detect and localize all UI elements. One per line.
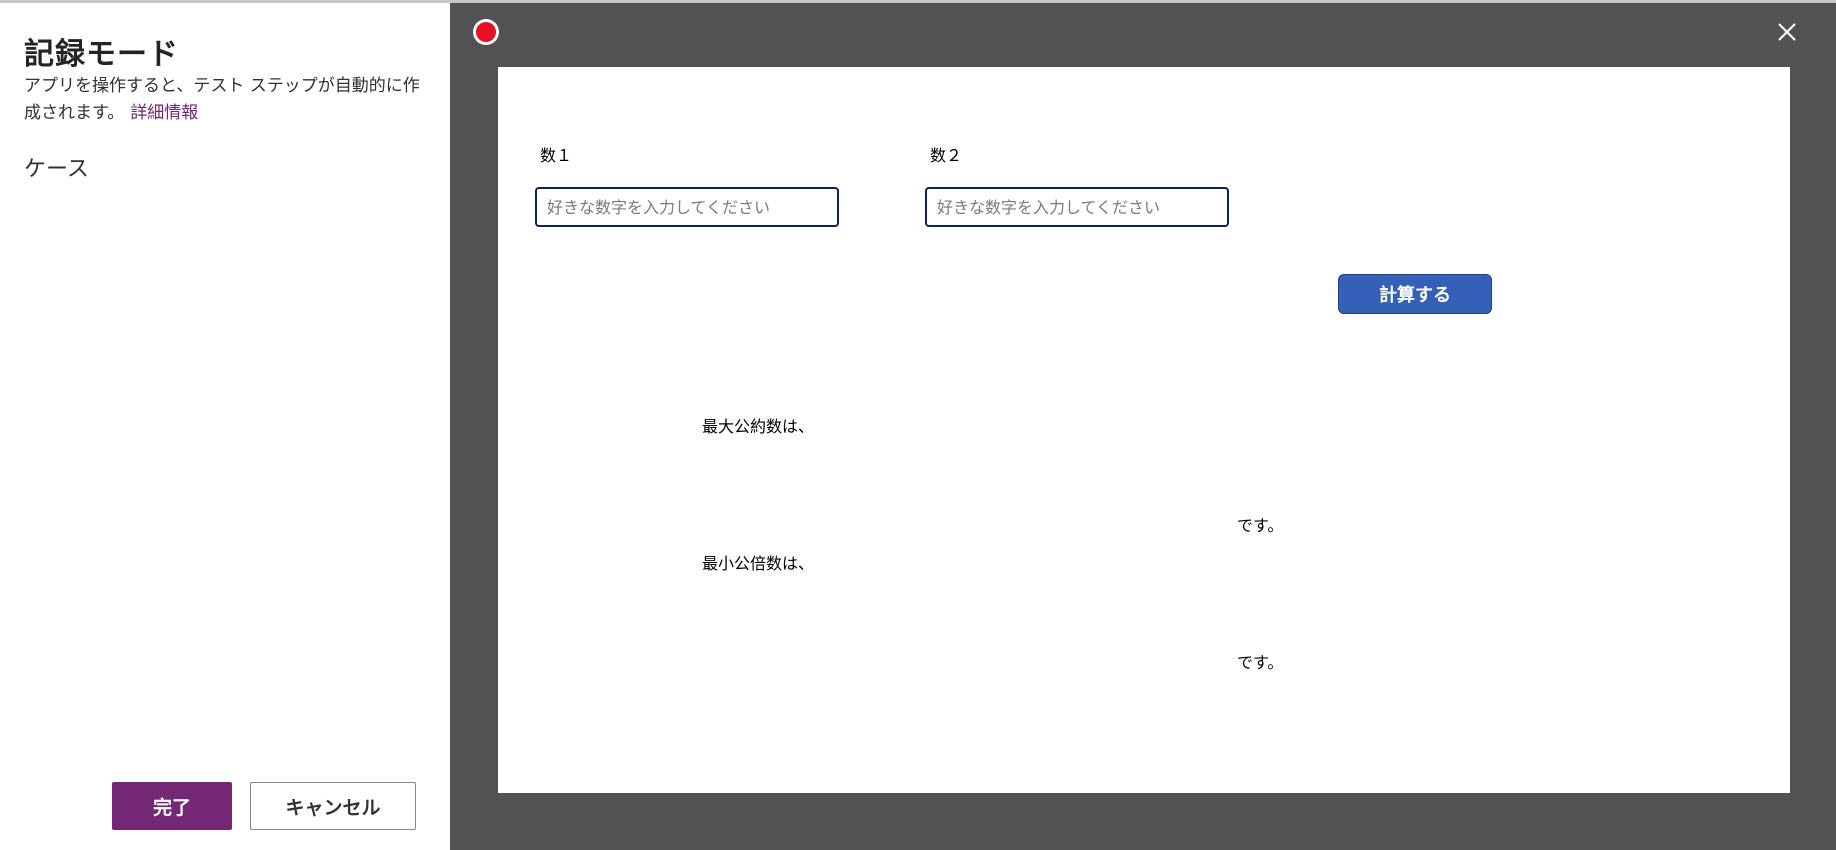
learn-more-link[interactable]: 詳細情報 xyxy=(130,103,198,123)
lcm-suffix: です。 xyxy=(1237,653,1284,672)
done-button[interactable]: 完了 xyxy=(112,782,232,830)
recording-indicator-icon xyxy=(473,19,499,45)
num1-label: 数１ xyxy=(540,146,573,165)
panel-title: 記録モード xyxy=(24,37,179,72)
num2-input[interactable] xyxy=(925,187,1229,227)
close-icon[interactable] xyxy=(1772,17,1802,47)
num1-input[interactable] xyxy=(535,187,839,227)
gcd-label: 最大公約数は、 xyxy=(702,417,815,436)
cancel-button[interactable]: キャンセル xyxy=(250,782,416,830)
description-text: アプリを操作すると、テスト ステップが自動的に作成されます。 xyxy=(24,76,420,123)
lcm-label: 最小公倍数は、 xyxy=(702,554,815,573)
recording-dot xyxy=(476,22,496,42)
case-label: ケース xyxy=(24,157,89,182)
close-icon-svg xyxy=(1778,23,1796,41)
calculate-button[interactable]: 計算する xyxy=(1338,274,1492,314)
recording-area: 数１ 数２ 計算する 最大公約数は、 です。 最小公倍数は、 です。 xyxy=(450,3,1836,850)
app-canvas: 数１ 数２ 計算する 最大公約数は、 です。 最小公倍数は、 です。 xyxy=(498,67,1790,793)
panel-description: アプリを操作すると、テスト ステップが自動的に作成されます。 詳細情報 xyxy=(24,73,434,127)
num2-label: 数２ xyxy=(930,146,963,165)
record-mode-panel: 記録モード アプリを操作すると、テスト ステップが自動的に作成されます。 詳細情報… xyxy=(0,3,450,850)
gcd-suffix: です。 xyxy=(1237,516,1284,535)
